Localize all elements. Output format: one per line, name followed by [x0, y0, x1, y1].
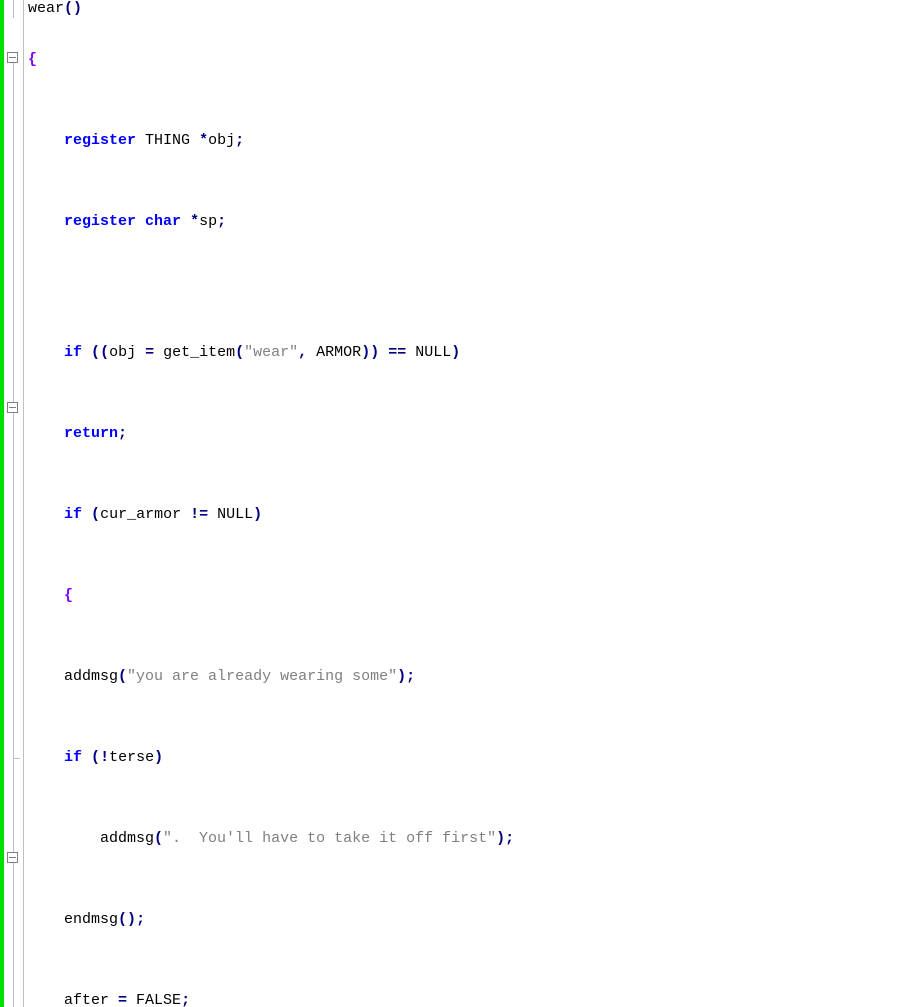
code-line: endmsg(); — [28, 880, 913, 961]
code-line — [28, 263, 913, 313]
fold-vline — [13, 863, 14, 1007]
code-line: return; — [28, 394, 913, 475]
code-line: addmsg(". You'll have to take it off fir… — [28, 799, 913, 880]
fold-toggle[interactable] — [7, 402, 18, 413]
code-line: { — [28, 20, 913, 101]
code-line: wear() — [28, 0, 913, 20]
code-line: after = FALSE; — [28, 961, 913, 1007]
fold-vline — [13, 63, 14, 406]
code-line: if (cur_armor != NULL) — [28, 475, 913, 556]
code-text-area[interactable]: wear() { register THING *obj; register c… — [24, 0, 913, 1007]
fold-gutter[interactable] — [4, 0, 24, 1007]
code-line: addmsg("you are already wearing some"); — [28, 637, 913, 718]
fold-toggle[interactable] — [7, 52, 18, 63]
fold-vline — [13, 413, 14, 758]
code-line: register THING *obj; — [28, 101, 913, 182]
code-line: if (!terse) — [28, 718, 913, 799]
code-line: register char *sp; — [28, 182, 913, 263]
code-editor: wear() { register THING *obj; register c… — [0, 0, 913, 1007]
code-line: if ((obj = get_item("wear", ARMOR)) == N… — [28, 313, 913, 394]
fold-end — [13, 758, 20, 759]
fold-toggle[interactable] — [7, 852, 18, 863]
fold-vline — [13, 758, 14, 852]
fold-vline — [13, 0, 14, 18]
code-line: { — [28, 556, 913, 637]
